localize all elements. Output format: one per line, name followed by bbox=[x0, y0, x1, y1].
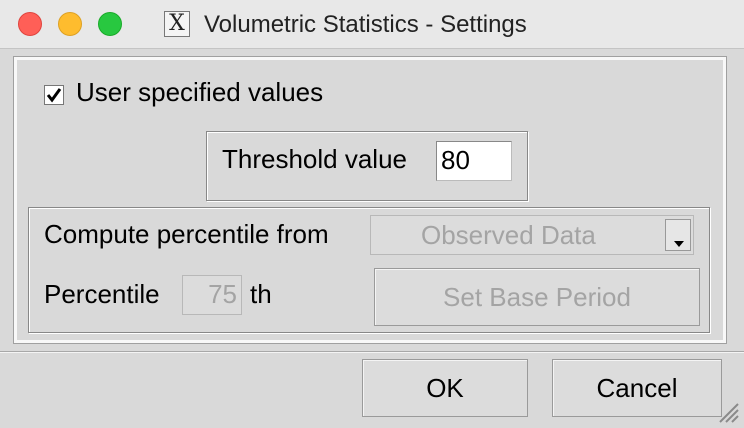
button-separator bbox=[0, 351, 744, 353]
user-specified-values-checkbox[interactable] bbox=[44, 85, 64, 105]
threshold-label: Threshold value bbox=[222, 144, 407, 174]
threshold-input[interactable]: 80 bbox=[436, 141, 512, 181]
window-title: Volumetric Statistics - Settings bbox=[204, 11, 527, 38]
percentile-input[interactable]: 75 bbox=[182, 275, 242, 315]
percentile-suffix: th bbox=[250, 279, 272, 309]
minimize-icon[interactable] bbox=[58, 12, 82, 36]
ok-button[interactable]: OK bbox=[362, 359, 528, 417]
checkmark-icon bbox=[46, 88, 62, 103]
compute-percentile-label: Compute percentile from bbox=[44, 219, 329, 249]
cancel-button[interactable]: Cancel bbox=[552, 359, 722, 417]
set-base-period-button[interactable]: Set Base Period bbox=[374, 268, 700, 326]
percentile-label: Percentile bbox=[44, 279, 160, 309]
chevron-down-icon[interactable] bbox=[665, 219, 691, 251]
resize-grip-icon[interactable] bbox=[714, 398, 740, 424]
user-specified-values-label[interactable]: User specified values bbox=[76, 77, 323, 107]
close-icon[interactable] bbox=[18, 12, 42, 36]
title-bar: X Volumetric Statistics - Settings bbox=[0, 0, 744, 49]
x11-app-icon: X bbox=[164, 11, 190, 37]
zoom-icon[interactable] bbox=[98, 12, 122, 36]
percentile-source-value: Observed Data bbox=[421, 220, 596, 250]
dialog-body: User specified values Threshold value 80… bbox=[0, 49, 744, 428]
percentile-source-select[interactable]: Observed Data bbox=[370, 215, 694, 255]
